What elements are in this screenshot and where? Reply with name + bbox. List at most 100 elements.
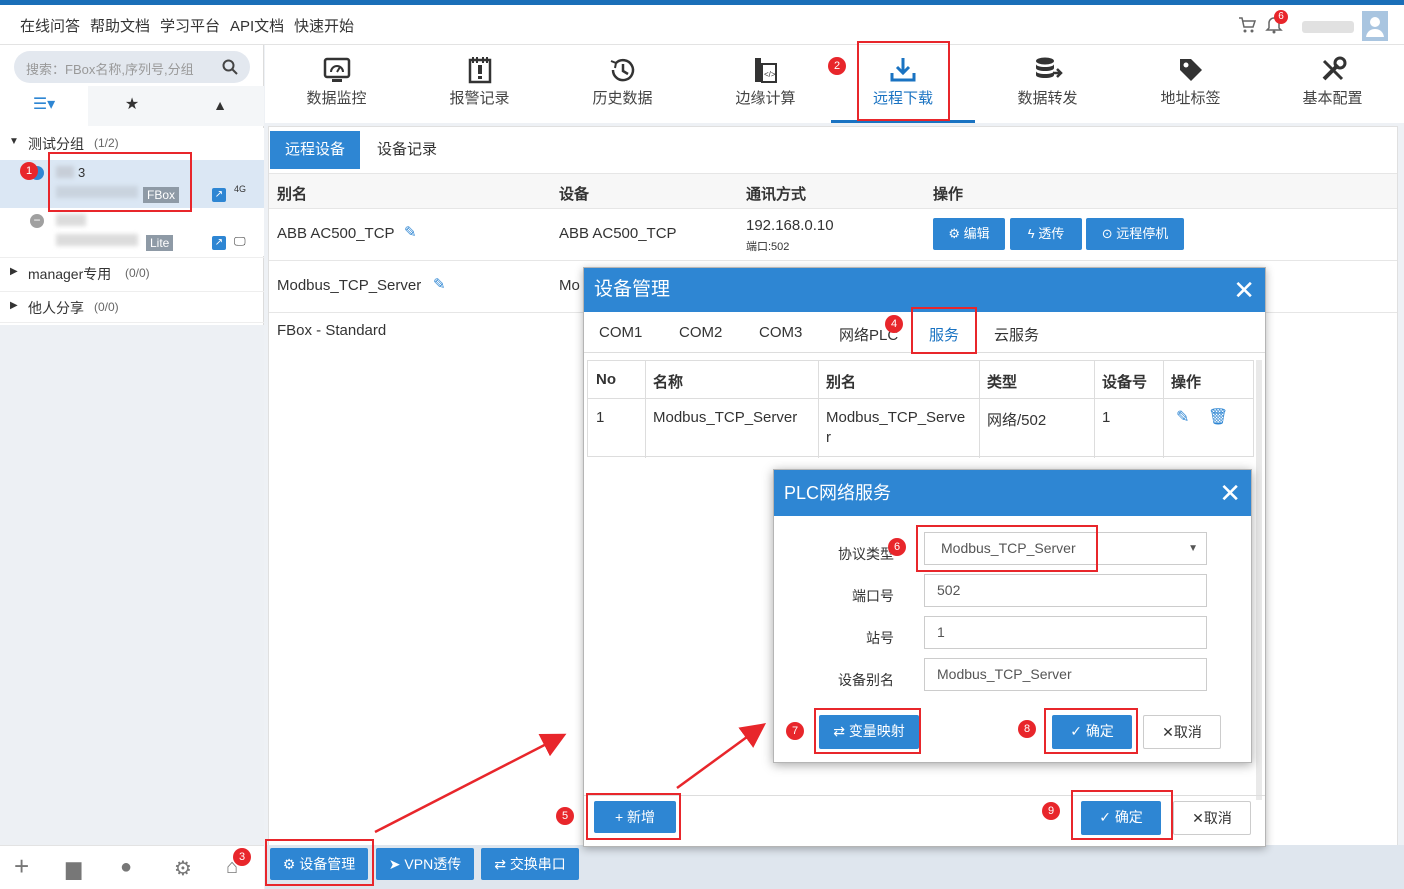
gear-icon[interactable]: ⚙ [174,856,192,881]
tool-label: 历史数据 [592,90,653,107]
pencil-icon[interactable]: ✎ [1176,407,1189,427]
scrollbar[interactable] [1256,360,1262,800]
tab-com1[interactable]: COM1 [599,324,642,341]
list-view-tab[interactable]: ☰▾ [0,86,88,126]
search-icon[interactable] [222,59,238,75]
group-name: 测试分组 [28,136,84,152]
group-count: (0/0) [94,300,119,314]
tool-edge-compute[interactable]: </> 边缘计算 [694,45,837,123]
port-input[interactable]: 502 [924,574,1207,607]
nav-link-qa[interactable]: 在线问答 [20,15,80,36]
pencil-icon[interactable]: ✎ [433,275,446,293]
warning-icon: ▲ [213,97,227,113]
folder-icon[interactable]: ▆ [66,856,81,881]
sidebar-tabs: ☰▾ ★ ▲ [0,86,264,126]
passthrough-button[interactable]: ϟ 透传 [1010,218,1082,250]
search-input[interactable]: 搜索：FBox名称,序列号,分组 [26,59,194,78]
col-device: 设备 [559,186,590,203]
row-alias: Modbus_TCP_Server [277,277,422,294]
tool-label: 报警记录 [449,90,510,107]
alarm-tab[interactable]: ▲ [176,86,264,126]
list-icon: ☰▾ [32,96,56,113]
group-row-manager[interactable]: ▶ manager专用 (0/0) [0,257,264,289]
close-icon[interactable]: ✕ [1219,470,1241,516]
group-count: (0/0) [125,266,150,280]
col-ops: 操作 [1171,374,1202,391]
star-icon: ★ [124,96,140,113]
highlight-service-tab [911,307,977,354]
port-label: 端口号 [852,588,894,604]
trash-icon[interactable]: 🗑 [1208,407,1228,427]
step-badge: 1 [20,162,38,180]
database-forward-icon [1035,57,1063,78]
cancel-button[interactable]: ✕取消 [1143,715,1221,749]
row-device: ABB AC500_TCP [559,225,677,242]
add-icon[interactable]: + [14,851,29,882]
step-badge: 8 [1018,720,1036,738]
pencil-icon[interactable]: ✎ [404,223,417,241]
tool-basic-config[interactable]: 基本配置 [1261,45,1404,123]
sidebar-empty-area [0,325,264,845]
device-row-lite[interactable]: − Lite ↗ 🖵 [0,208,264,256]
alias-label: 设备别名 [838,672,894,688]
tool-data-monitor[interactable]: 数据监控 [265,45,408,123]
tag-icon [1179,59,1202,81]
tool-history[interactable]: 历史数据 [551,45,694,123]
nav-link-api[interactable]: API文档 [230,15,284,36]
highlight-plc-ok [1044,708,1138,754]
tab-com3[interactable]: COM3 [759,324,802,341]
alias-input[interactable]: Modbus_TCP_Server [924,658,1207,691]
tab-remote-devices[interactable]: 远程设备 [270,131,361,169]
row-type: 网络/502 [987,412,1047,429]
caret-right-icon: ▶ [10,300,18,311]
row-alias-wrap: r [826,429,831,446]
vpn-button[interactable]: ➤ VPN透传 [376,848,474,880]
offline-status-icon: − [30,214,44,228]
remote-stop-label: 远程停机 [1116,226,1169,241]
search-box[interactable]: 搜索：FBox名称,序列号,分组 [14,51,250,83]
col-no: No [596,371,616,388]
col-alias: 别名 [826,374,857,391]
dialog-title: 设备管理 [584,268,1265,312]
tab-cloud-service[interactable]: 云服务 [994,324,1039,345]
remote-stop-button[interactable]: ⊙ 远程停机 [1086,218,1184,250]
user-icon[interactable]: ● [120,856,132,879]
row-name: Modbus_TCP_Server [653,409,798,426]
tool-address-tags[interactable]: 地址标签 [1119,45,1262,123]
cancel-button-label: 取消 [1173,724,1202,740]
service-table-header: No 名称 别名 类型 设备号 操作 [588,361,1253,399]
nav-link-help[interactable]: 帮助文档 [90,15,150,36]
switch-serial-button[interactable]: ⇄ 交换串口 [481,848,579,880]
row-no: 1 [596,409,605,426]
station-input[interactable]: 1 [924,616,1207,649]
avatar[interactable] [1362,11,1388,41]
highlight-device-manage [265,839,374,886]
cancel-button[interactable]: ✕取消 [1173,801,1251,835]
group-row-shared[interactable]: ▶ 他人分享 (0/0) [0,291,264,323]
monitor-gauge-icon [323,57,350,82]
share-icon[interactable]: ↗ [212,188,226,202]
cancel-button-label: 取消 [1203,810,1232,826]
step-badge: 2 [828,57,846,75]
row-alias: Modbus_TCP_Serve [826,409,966,426]
tool-alarm-record[interactable]: 报警记录 [408,45,551,123]
tool-label: 基本配置 [1302,90,1363,107]
cart-icon[interactable] [1238,16,1256,34]
nav-link-quickstart[interactable]: 快速开始 [294,15,354,36]
col-type: 类型 [987,374,1018,391]
tool-data-forward[interactable]: 数据转发 [976,45,1119,123]
caret-right-icon: ▶ [10,266,18,277]
table-row: 1 Modbus_TCP_Server Modbus_TCP_Serve r 网… [588,399,1253,457]
close-icon[interactable]: ✕ [1233,268,1255,312]
highlight-add [586,793,681,840]
tool-label: 边缘计算 [735,90,796,107]
svg-text:</>: </> [764,70,776,79]
tab-device-records[interactable]: 设备记录 [362,131,452,169]
nav-link-learn[interactable]: 学习平台 [160,15,220,36]
dropdown-arrow-icon: ▼ [1188,543,1198,554]
favorites-tab[interactable]: ★ [88,86,176,126]
share-icon[interactable]: ↗ [212,236,226,250]
edit-button[interactable]: ⚙ 编辑 [933,218,1005,250]
device-type-badge: Lite [146,235,174,251]
tab-com2[interactable]: COM2 [679,324,722,341]
